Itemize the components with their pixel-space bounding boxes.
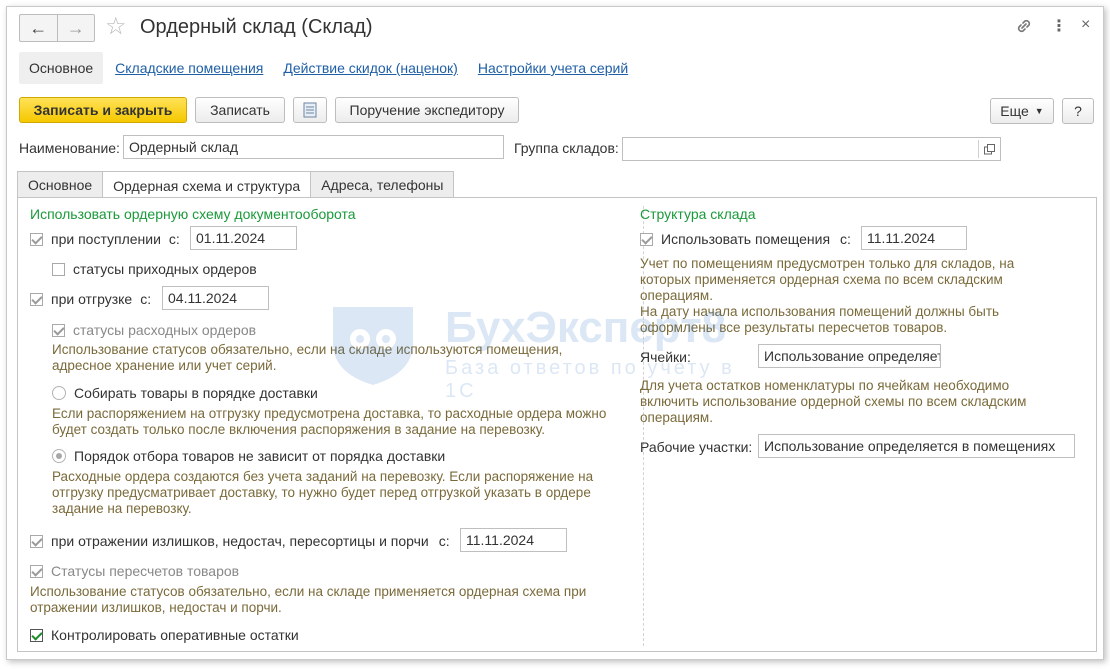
shipment-row: при отгрузке с: (30, 291, 151, 307)
incoming-statuses-row: статусы приходных ордеров (52, 261, 257, 277)
order-scheme-heading: Использовать ордерную схему документообо… (30, 206, 356, 222)
statuses-note: Использование статусов обязательно, если… (52, 342, 563, 373)
recount-statuses-row: Статусы пересчетов товаров (30, 563, 239, 579)
warehouse-group-label: Группа складов: (514, 140, 619, 156)
recount-statuses-label: Статусы пересчетов товаров (51, 563, 240, 579)
close-icon[interactable]: × (1081, 16, 1090, 34)
outgoing-statuses-row: статусы расходных ордеров (52, 322, 256, 338)
history-nav: ← → (19, 14, 95, 42)
tab-addresses[interactable]: Адреса, телефоны (310, 171, 455, 198)
radio-delivery-order-label: Собирать товары в порядке доставки (74, 385, 318, 401)
dropdown-arrow-icon: ▼ (1034, 106, 1044, 116)
radio-delivery-order-row: Собирать товары в порядке доставки (52, 385, 318, 401)
use-rooms-from-label: с: (840, 231, 851, 247)
receipt-checkbox[interactable] (30, 232, 43, 246)
document-list-icon (303, 102, 317, 118)
recount-statuses-note: Использование статусов обязательно, если… (30, 584, 587, 615)
use-rooms-row: Использовать помещения с: (640, 231, 851, 247)
surplus-row: при отражении излишков, недостач, пересо… (30, 533, 450, 549)
open-icon[interactable] (978, 140, 999, 158)
surplus-from-label: с: (438, 533, 450, 549)
warehouse-structure-heading: Структура склада (640, 206, 756, 222)
surplus-date-input[interactable]: 11.11.2024 (460, 528, 567, 552)
forward-arrow-icon[interactable]: → (56, 15, 95, 41)
more-button[interactable]: Еще ▼ (990, 98, 1054, 124)
control-balances-row: Контролировать оперативные остатки (30, 627, 299, 643)
shipment-from-label: с: (140, 291, 152, 307)
report-list-button[interactable] (293, 97, 327, 123)
control-balances-label: Контролировать оперативные остатки (51, 627, 299, 643)
shipment-label: при отгрузке (51, 291, 133, 307)
form-navigation: Основное Складские помещения Действие ск… (19, 51, 636, 85)
radio-delivery-order-note: Если распоряжением на отгрузку предусмот… (52, 406, 607, 437)
forwarder-order-button[interactable]: Поручение экспедитору (335, 97, 519, 123)
window-title: Ордерный склад (Склад) (140, 16, 373, 38)
incoming-statuses-checkbox[interactable] (52, 262, 65, 276)
recount-statuses-checkbox[interactable] (30, 564, 43, 578)
use-rooms-date-input[interactable]: 11.11.2024 (861, 226, 967, 250)
radio-independent-order-row: Порядок отбора товаров не зависит от пор… (52, 448, 445, 464)
shipment-checkbox[interactable] (30, 292, 43, 306)
tab-bar: Основное Ордерная схема и структура Адре… (17, 171, 455, 199)
work-areas-input[interactable]: Использование определяется в помещениях (758, 434, 1075, 458)
cells-label: Ячейки: (640, 349, 691, 365)
link-icon[interactable] (1015, 17, 1033, 40)
surplus-label: при отражении излишков, недостач, пересо… (51, 533, 429, 549)
outgoing-statuses-label: статусы расходных ордеров (73, 322, 257, 338)
shipment-date-input[interactable]: 04.11.2024 (162, 286, 269, 310)
work-areas-label: Рабочие участки: (640, 439, 753, 455)
more-button-label: Еще (1000, 103, 1029, 119)
save-and-close-button[interactable]: Записать и закрыть (19, 97, 187, 123)
incoming-statuses-label: статусы приходных ордеров (73, 261, 257, 277)
nav-storage-rooms[interactable]: Складские помещения (115, 60, 263, 76)
receipt-date-input[interactable]: 01.11.2024 (190, 226, 297, 250)
radio-delivery-order[interactable] (52, 386, 66, 400)
surplus-checkbox[interactable] (30, 534, 43, 548)
radio-independent-order-label: Порядок отбора товаров не зависит от пор… (74, 448, 446, 464)
tab-main[interactable]: Основное (17, 171, 104, 198)
nav-series-settings[interactable]: Настройки учета серий (478, 60, 628, 76)
nav-main[interactable]: Основное (19, 52, 104, 84)
cells-note: Для учета остатков номенклатуры по ячейк… (640, 378, 1027, 425)
warehouse-group-input[interactable] (622, 137, 1001, 161)
cells-input[interactable]: Использование определяет (758, 344, 941, 368)
use-rooms-label: Использовать помещения (661, 231, 831, 247)
form-window: ← → ☆ Ордерный склад (Склад) ⋮ × Основно… (6, 6, 1104, 660)
back-arrow-icon[interactable]: ← (20, 15, 57, 41)
nav-discounts[interactable]: Действие скидок (наценок) (283, 60, 457, 76)
receipt-label: при поступлении (51, 231, 161, 247)
radio-independent-order[interactable] (52, 449, 66, 463)
save-button[interactable]: Записать (195, 97, 285, 123)
receipt-row: при поступлении с: (30, 231, 180, 247)
tab-order-scheme[interactable]: Ордерная схема и структура (102, 171, 312, 199)
favorite-star-icon[interactable]: ☆ (105, 13, 127, 41)
name-input[interactable]: Ордерный склад (123, 135, 504, 159)
use-rooms-checkbox[interactable] (640, 232, 653, 246)
more-vertical-icon[interactable]: ⋮ (1051, 16, 1067, 36)
outgoing-statuses-checkbox[interactable] (52, 323, 65, 337)
help-button[interactable]: ? (1062, 98, 1094, 124)
control-balances-checkbox[interactable] (30, 628, 43, 642)
tab-panel: Использовать ордерную схему документообо… (17, 197, 1097, 652)
rooms-note: Учет по помещениям предусмотрен только д… (640, 256, 1015, 335)
receipt-from-label: с: (168, 231, 180, 247)
name-label: Наименование: (19, 140, 120, 156)
radio-independent-order-note: Расходные ордера создаются без учета зад… (52, 469, 594, 516)
